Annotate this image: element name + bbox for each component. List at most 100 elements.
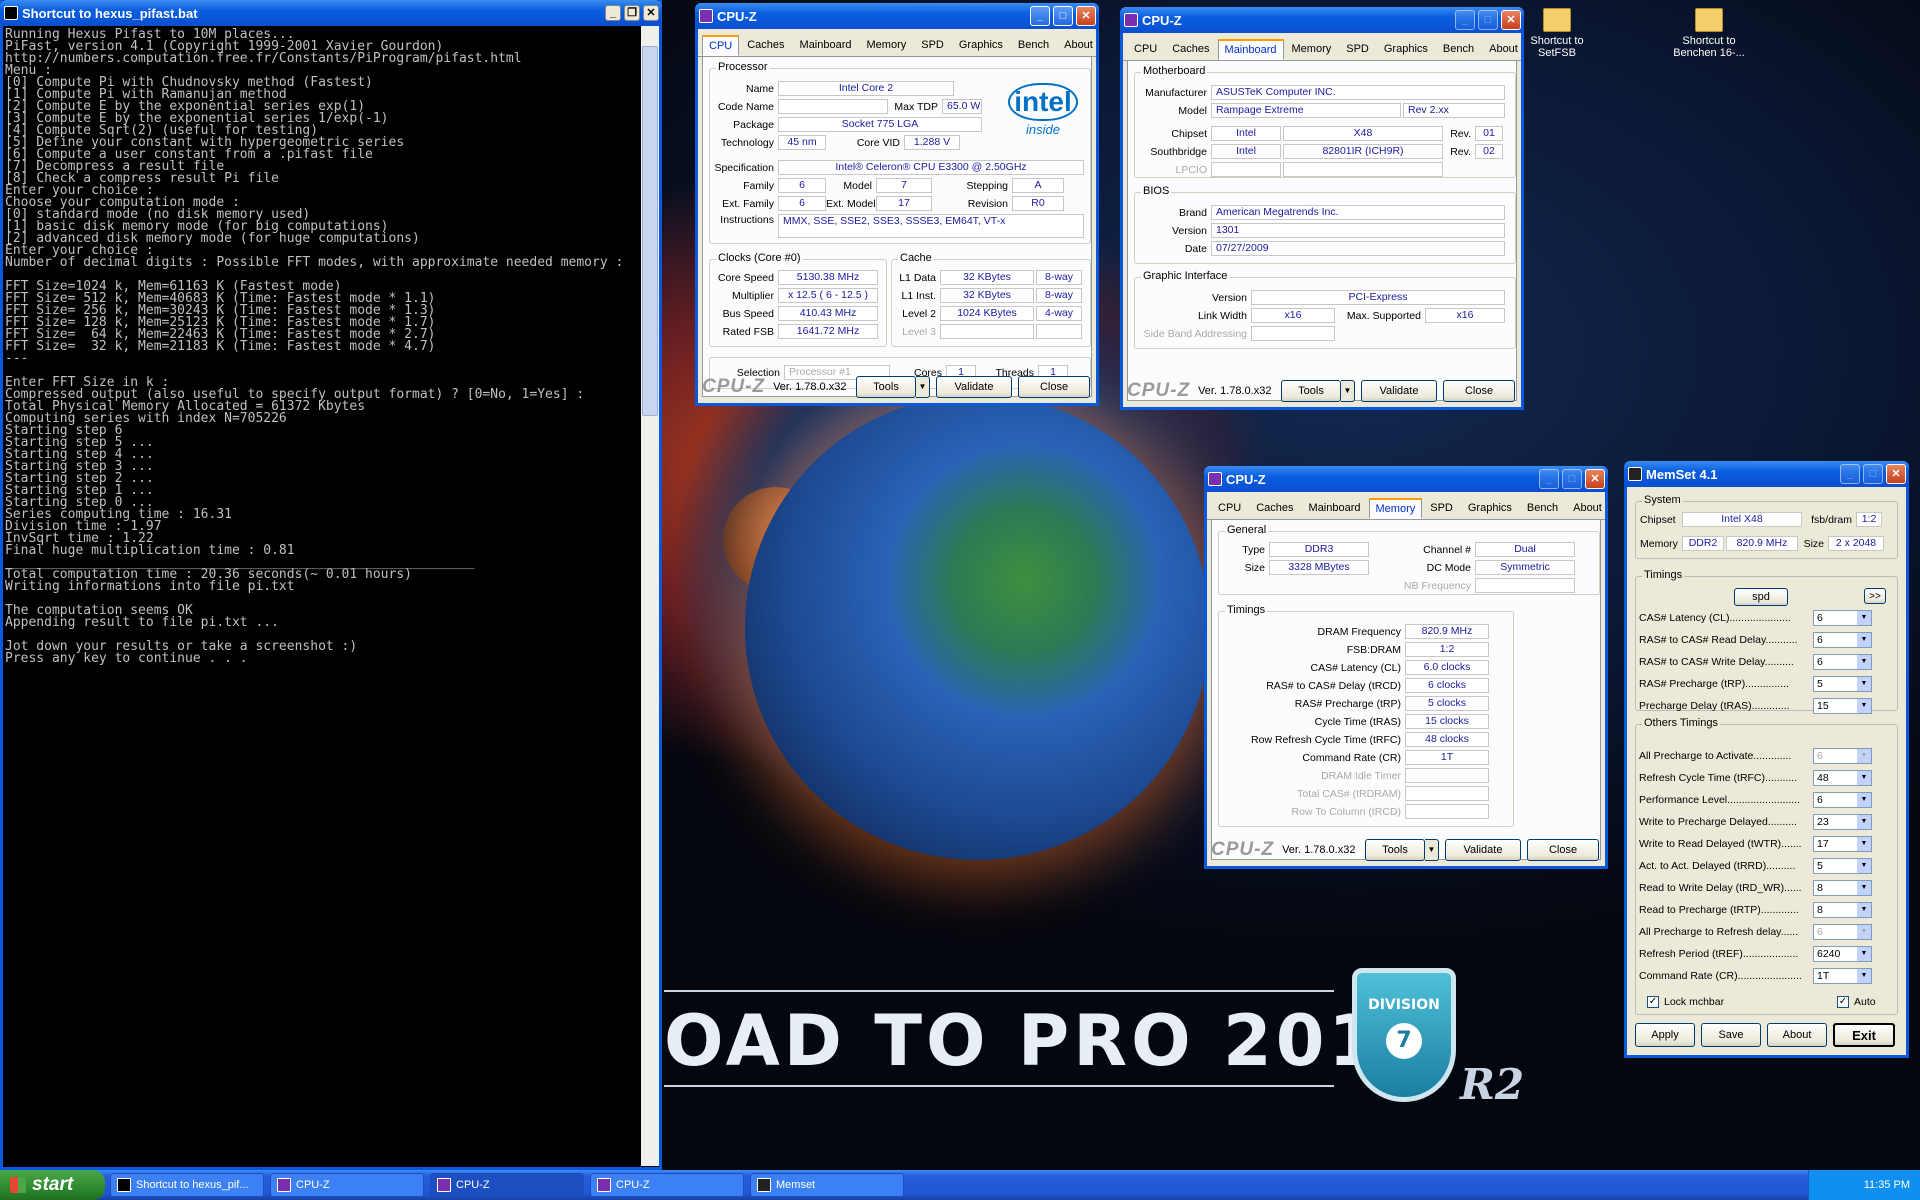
validate-button[interactable]: Validate [1361,380,1437,402]
timing-label: DRAM Idle Timer [1321,769,1401,782]
cl-select[interactable]: 6 ▼ [1813,609,1872,626]
start-button[interactable]: start [0,1170,105,1200]
lock-mchbar-checkbox[interactable]: ✓ Lock mchbar [1647,994,1724,1009]
validate-button[interactable]: Validate [936,376,1012,398]
other-select[interactable]: 6240 ▼ [1813,945,1872,962]
tab-about[interactable]: About [1057,35,1100,56]
tab-memory[interactable]: Memory [1285,39,1339,60]
cpuz-titlebar[interactable]: CPU-Z _ □ ✕ [695,3,1099,29]
desktop-icon-benchen[interactable]: Shortcut to Benchen 16-... [1664,8,1754,59]
taskbar-item-cpuz[interactable]: CPU-Z [270,1173,424,1197]
trp-select[interactable]: 5 ▼ [1813,675,1872,692]
tab-spd[interactable]: SPD [914,35,951,56]
memory-panel: General Type DDR3 Channel # Dual Size 3328 M… [1211,520,1601,860]
maximize-button[interactable]: □ [1053,6,1073,26]
cpuz-titlebar[interactable]: CPU-Z _ □ ✕ [1204,466,1608,492]
taskbar-item-console[interactable]: Shortcut to hexus_pif... [110,1173,264,1197]
maximize-button[interactable]: □ [1478,10,1498,30]
tab-cpu[interactable]: CPU [702,35,740,56]
tab-cpu[interactable]: CPU [1127,39,1164,60]
expand-button[interactable]: >> [1864,588,1886,604]
minimize-button[interactable]: _ [1030,6,1050,26]
trcd-write-select[interactable]: 6 ▼ [1813,653,1872,670]
about-button[interactable]: About [1767,1023,1827,1047]
exit-button[interactable]: Exit [1833,1023,1895,1047]
minimize-button[interactable]: _ [1455,10,1475,30]
tab-mainboard[interactable]: Mainboard [1302,498,1368,519]
tools-dropdown-icon[interactable]: ▼ [916,376,930,398]
scrollbar-thumb[interactable] [642,46,658,416]
tab-graphics[interactable]: Graphics [1461,498,1519,519]
tools-button[interactable]: Tools [1281,380,1341,402]
other-select[interactable]: 1T ▼ [1813,967,1872,984]
close-button[interactable]: ✕ [1886,464,1906,484]
tab-spd[interactable]: SPD [1339,39,1376,60]
tab-caches[interactable]: Caches [740,35,791,56]
tab-memory[interactable]: Memory [1368,498,1423,519]
nbfreq-value [1475,578,1575,593]
close-button[interactable]: ✕ [1076,6,1096,26]
tab-about[interactable]: About [1482,39,1525,60]
tab-spd[interactable]: SPD [1423,498,1460,519]
console-scrollbar[interactable] [641,26,659,1166]
minimize-button[interactable]: _ [1539,469,1559,489]
validate-button[interactable]: Validate [1445,839,1521,861]
l3-label: Level 3 [902,325,936,338]
tab-mainboard[interactable]: Mainboard [1217,39,1284,60]
other-select[interactable]: 8 ▼ [1813,879,1872,896]
desktop-icon-setfsb[interactable]: Shortcut to SetFSB [1512,8,1602,59]
tab-caches[interactable]: Caches [1165,39,1216,60]
apply-button[interactable]: Apply [1635,1023,1695,1047]
close-button[interactable]: Close [1527,839,1599,861]
console-titlebar[interactable]: Shortcut to hexus_pifast.bat _ ❐ ✕ [0,0,662,26]
tras-select[interactable]: 15 ▼ [1813,697,1872,714]
checkbox-icon[interactable]: ✓ [1647,995,1659,1008]
tab-about[interactable]: About [1566,498,1609,519]
restore-button[interactable]: ❐ [624,5,640,21]
tools-button[interactable]: Tools [1365,839,1425,861]
other-select[interactable]: 23 ▼ [1813,813,1872,830]
memset-titlebar[interactable]: MemSet 4.1 _ □ ✕ [1624,461,1909,487]
tab-graphics[interactable]: Graphics [952,35,1010,56]
auto-checkbox[interactable]: ✓ Auto [1837,994,1876,1009]
tab-bench[interactable]: Bench [1011,35,1056,56]
other-select[interactable]: 6 ▼ [1813,791,1872,808]
save-button[interactable]: Save [1701,1023,1761,1047]
taskbar-item-cpuz[interactable]: CPU-Z [590,1173,744,1197]
tab-memory[interactable]: Memory [860,35,914,56]
tab-mainboard[interactable]: Mainboard [793,35,859,56]
cpuz-titlebar[interactable]: CPU-Z _ □ ✕ [1120,7,1524,33]
trcd-read-select[interactable]: 6 ▼ [1813,631,1872,648]
tools-button[interactable]: Tools [856,376,916,398]
timing-row-trp: RAS# Precharge (tRP)............... 5 ▼ [1639,675,1872,692]
other-select[interactable]: 6 ▼ [1813,923,1872,940]
taskbar-item-memset[interactable]: Memset [750,1173,904,1197]
other-select[interactable]: 6 ▼ [1813,747,1872,764]
tab-bench[interactable]: Bench [1436,39,1481,60]
close-button[interactable]: ✕ [1501,10,1521,30]
memset-icon [1628,467,1642,481]
timing-label: Row To Column (tRCD) [1291,805,1402,818]
other-select[interactable]: 5 ▼ [1813,857,1872,874]
minimize-button[interactable]: _ [605,5,621,21]
close-button[interactable]: ✕ [1585,469,1605,489]
other-select[interactable]: 8 ▼ [1813,901,1872,918]
maximize-button[interactable]: □ [1863,464,1883,484]
tab-caches[interactable]: Caches [1249,498,1300,519]
tools-dropdown-icon[interactable]: ▼ [1341,380,1355,402]
close-button[interactable]: Close [1018,376,1090,398]
checkbox-icon[interactable]: ✓ [1837,995,1849,1008]
tab-bench[interactable]: Bench [1520,498,1565,519]
taskbar-item-cpuz[interactable]: CPU-Z [430,1173,584,1197]
minimize-button[interactable]: _ [1840,464,1860,484]
maximize-button[interactable]: □ [1562,469,1582,489]
close-button[interactable]: Close [1443,380,1515,402]
spd-button[interactable]: spd [1734,588,1788,606]
tab-cpu[interactable]: CPU [1211,498,1248,519]
other-select[interactable]: 48 ▼ [1813,769,1872,786]
tab-graphics[interactable]: Graphics [1377,39,1435,60]
tools-dropdown-icon[interactable]: ▼ [1425,839,1439,861]
close-button[interactable]: ✕ [643,5,659,21]
clock[interactable]: 11:35 PM [1864,1179,1910,1191]
other-select[interactable]: 17 ▼ [1813,835,1872,852]
